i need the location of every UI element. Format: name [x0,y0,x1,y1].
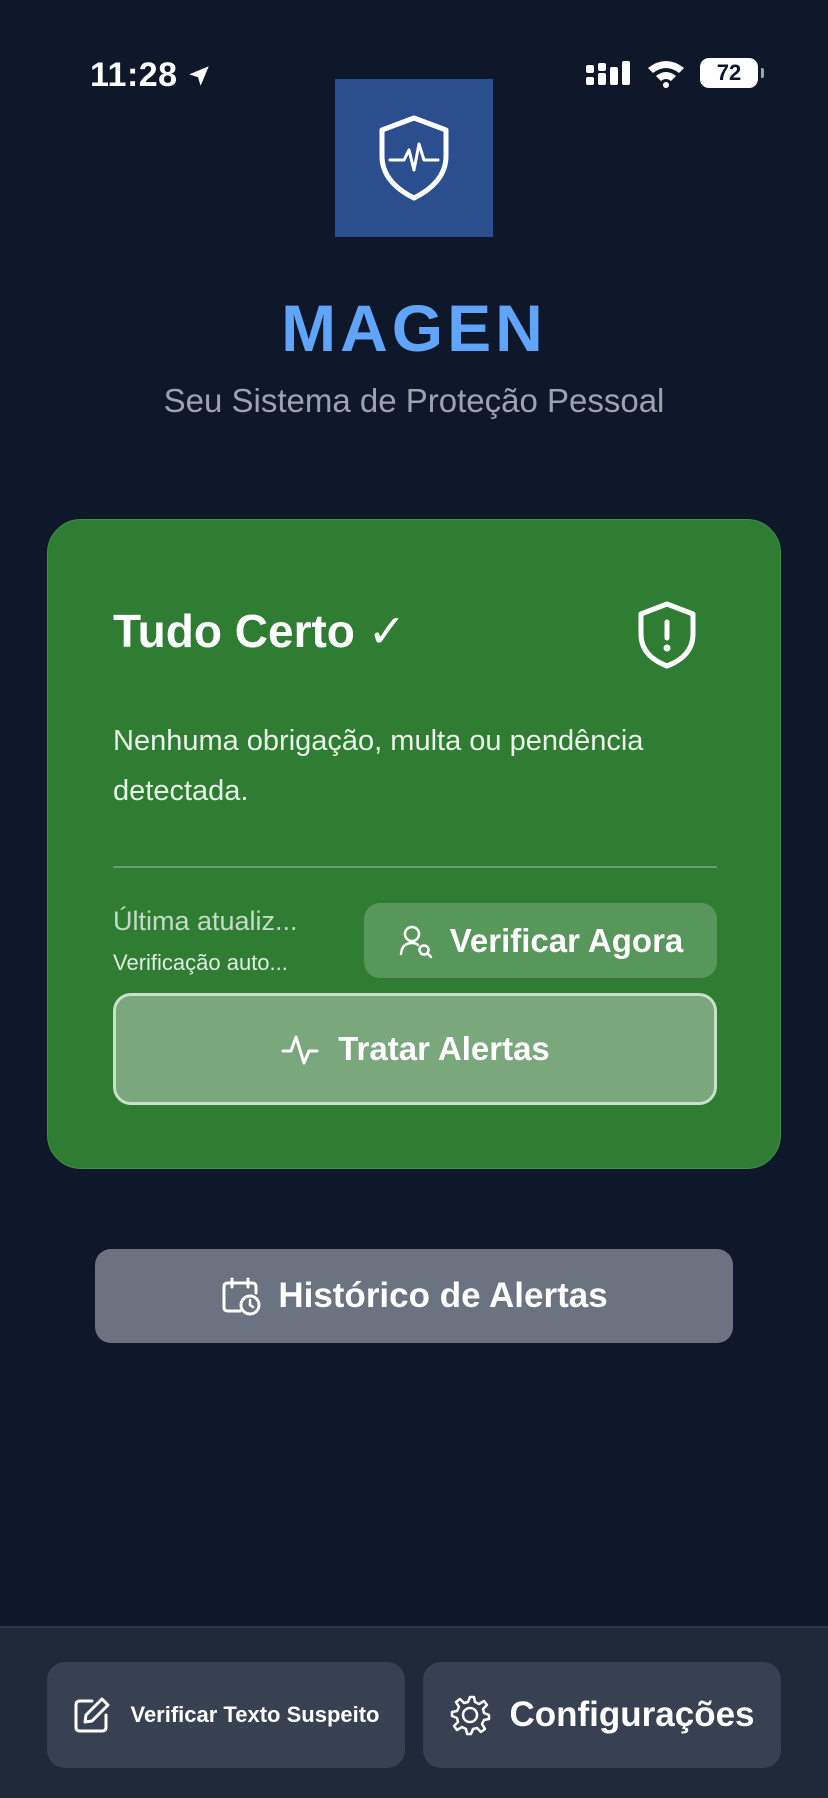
status-bar-time: 11:28 [90,56,212,95]
card-divider [113,866,717,868]
check-suspicious-text-label: Verificar Texto Suspeito [130,1702,380,1727]
bottom-bar: Verificar Texto Suspeito Configurações [0,1626,828,1798]
check-suspicious-text-button[interactable]: Verificar Texto Suspeito [47,1662,405,1768]
verify-now-label: Verificar Agora [449,921,684,959]
handle-alerts-button[interactable]: Tratar Alertas [113,993,717,1105]
cellular-signal-icon [586,61,630,85]
status-card-message: Nenhuma obrigação, multa ou pendência de… [113,725,644,807]
alert-history-label: Histórico de Alertas [278,1276,608,1315]
status-card-title: Tudo Certo ✓ [113,605,407,657]
battery-indicator: 72 [700,58,764,88]
settings-label: Configurações [509,1695,755,1734]
app-screen: 11:28 72 MAGEN Seu Sistema de Proteção P… [0,0,828,1798]
auto-check-text: Verificação auto... [113,950,288,975]
settings-button[interactable]: Configurações [423,1662,781,1768]
status-bar-indicators: 72 [586,58,764,88]
user-search-icon [399,925,432,958]
verify-now-button[interactable]: Verificar Agora [364,903,717,978]
app-subtitle: Seu Sistema de Proteção Pessoal [163,382,665,419]
handle-alerts-label: Tratar Alertas [338,1030,550,1067]
battery-level: 72 [716,60,742,85]
location-arrow-icon [188,65,209,86]
activity-icon [281,1035,319,1065]
app-logo [335,79,493,237]
gear-icon [451,1695,491,1736]
last-update-text: Última atualiz... [113,906,298,936]
app-title: MAGEN [281,291,547,365]
wifi-icon [648,61,684,88]
edit-icon [74,1697,110,1733]
shield-heartbeat-icon [379,115,449,201]
alert-history-button[interactable]: Histórico de Alertas [95,1249,733,1343]
shield-alert-icon [638,601,696,669]
calendar-clock-icon [222,1277,261,1316]
time-text: 11:28 [90,56,178,94]
status-card: Tudo Certo ✓ Nenhuma obrigação, multa ou… [47,519,781,1169]
